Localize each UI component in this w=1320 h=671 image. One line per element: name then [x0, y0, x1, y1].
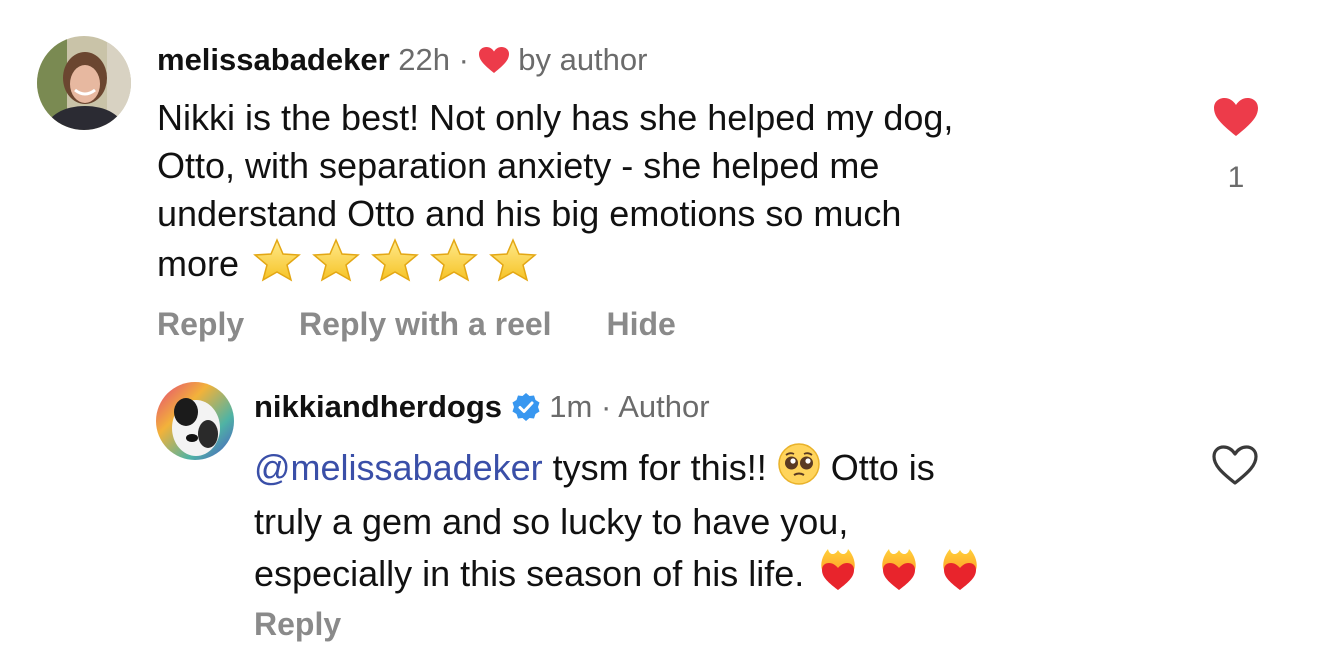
- star-emoji: [371, 238, 419, 282]
- reply-text-segment: Otto is: [820, 447, 935, 488]
- reply-button[interactable]: Reply: [254, 604, 341, 644]
- star-emoji: [312, 238, 360, 282]
- reply-with-reel-button[interactable]: Reply with a reel: [299, 304, 552, 344]
- heart-on-fire-emoji: [821, 549, 856, 590]
- hide-button[interactable]: Hide: [606, 304, 675, 344]
- meta-separator: ·: [458, 42, 469, 77]
- author-label: Author: [618, 389, 710, 424]
- reply-text-segment: tysm for this!!: [542, 447, 777, 488]
- heart-on-fire-emoji: [943, 549, 978, 590]
- comment-item: melissabadeker 22h · by author Nikki is …: [0, 0, 1320, 360]
- comment-text-word: more: [157, 243, 240, 284]
- like-heart-outline-icon[interactable]: [1211, 444, 1259, 491]
- mention-link[interactable]: @melissabadeker: [254, 447, 543, 488]
- star-emoji: [253, 238, 301, 282]
- reply-text-segment: especially in this season of his life.: [254, 553, 815, 594]
- reply-item: nikkiandherdogs 1m · Author @melissabade…: [0, 370, 1320, 670]
- star-emoji: [430, 238, 478, 282]
- star-emoji: [489, 238, 537, 282]
- avatar-nikkiandherdogs[interactable]: [156, 382, 234, 460]
- comment-text-line: understand Otto and his big emotions so …: [157, 193, 902, 234]
- star-emoji-row: [249, 238, 541, 294]
- reply-text: @melissabadeker tysm for this!! Otto is …: [254, 442, 1194, 606]
- like-heart-filled-icon[interactable]: [1212, 96, 1260, 143]
- comment-text-line-last: more: [157, 238, 1177, 294]
- reply-text-line: @melissabadeker tysm for this!! Otto is: [254, 442, 1194, 498]
- heart-on-fire-emoji: [882, 549, 917, 590]
- comment-text-line: Otto, with separation anxiety - she help…: [157, 145, 880, 186]
- reply-actions: Reply: [254, 604, 341, 644]
- comment-like-area: 1: [1200, 96, 1272, 195]
- verified-badge-icon: [511, 392, 541, 432]
- meta-separator: ·: [601, 389, 612, 424]
- reply-text-line: especially in this season of his life.: [254, 546, 1194, 606]
- comment-time: 22h: [398, 42, 451, 77]
- comment-text-line: Nikki is the best! Not only has she help…: [157, 97, 954, 138]
- reply-like-area: [1199, 444, 1271, 491]
- reply-header: nikkiandherdogs 1m · Author: [254, 387, 710, 432]
- reply-button[interactable]: Reply: [157, 304, 244, 344]
- heart-filled-icon: [478, 44, 510, 84]
- comment-username[interactable]: melissabadeker: [157, 42, 390, 77]
- liked-by-author-label: by author: [518, 42, 648, 77]
- like-count: 1: [1227, 161, 1245, 194]
- avatar-melissabadeker[interactable]: [37, 36, 131, 130]
- reply-time: 1m: [549, 389, 593, 424]
- comment-text: Nikki is the best! Not only has she help…: [157, 94, 1177, 294]
- comment-actions: Reply Reply with a reel Hide: [157, 304, 676, 344]
- pleading-face-emoji: [777, 442, 821, 498]
- comment-header: melissabadeker 22h · by author: [157, 40, 647, 84]
- heart-on-fire-emoji-row: [814, 546, 984, 606]
- reply-username[interactable]: nikkiandherdogs: [254, 389, 502, 424]
- reply-text-line: truly a gem and so lucky to have you,: [254, 501, 849, 542]
